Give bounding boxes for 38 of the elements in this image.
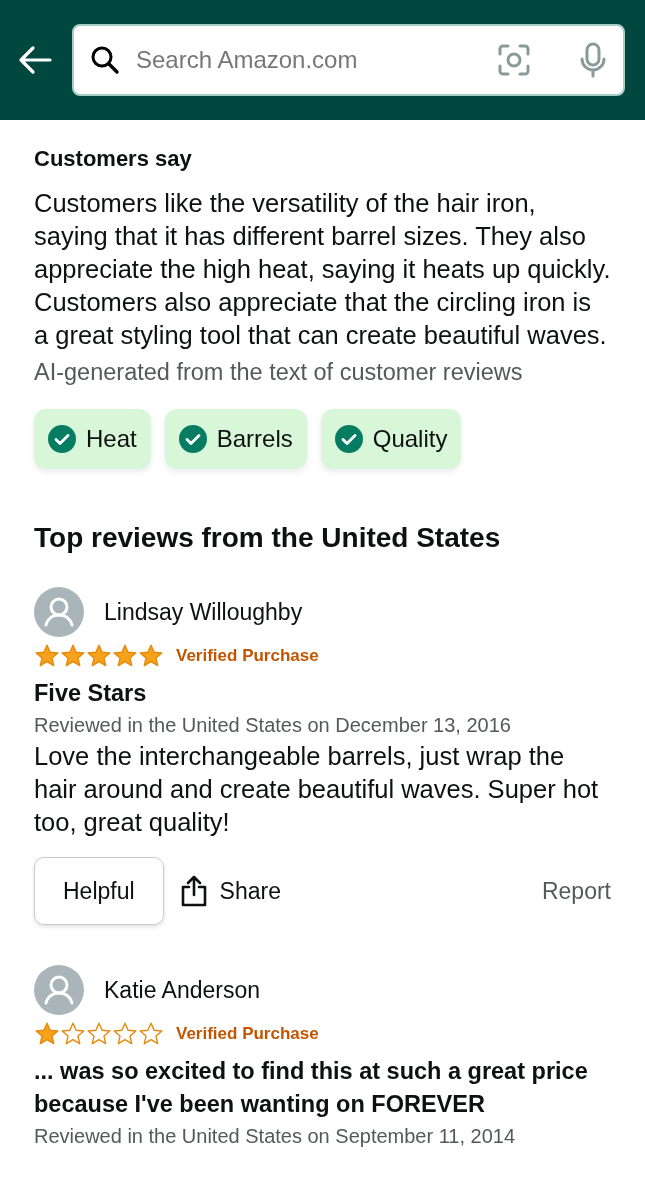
- section-title: Customers say: [34, 145, 193, 173]
- reviewer-name: Katie Anderson: [104, 975, 260, 1005]
- aspect-chip[interactable]: Heat: [34, 409, 151, 469]
- aspect-chip[interactable]: Barrels: [164, 409, 307, 469]
- verified-label: Verified Purchase: [176, 645, 319, 668]
- review-title: Five Stars: [34, 679, 148, 708]
- star-icon: [138, 643, 164, 669]
- aspect-chip[interactable]: Quality: [320, 409, 462, 469]
- camera-scan-icon[interactable]: [497, 43, 531, 77]
- star-icon: [34, 1021, 60, 1047]
- star-icon: [60, 643, 86, 669]
- report-link[interactable]: Report: [541, 873, 611, 909]
- star-icon: [86, 643, 112, 669]
- star-icon: [34, 643, 60, 669]
- star-outline-icon: [86, 1021, 112, 1047]
- review-date: Reviewed in the United States on September 11, 2014: [34, 1124, 517, 1149]
- search-field[interactable]: Search Amazon.com: [136, 42, 481, 78]
- ai-note: AI-generated from the text of customer reviews: [34, 358, 524, 387]
- star-outline-icon: [112, 1021, 138, 1047]
- verified-label: Verified Purchase: [176, 1023, 319, 1046]
- star-icon: [112, 643, 138, 669]
- microphone-icon[interactable]: [579, 42, 607, 78]
- helpful-button[interactable]: Helpful: [34, 857, 164, 925]
- review-text: Love the interchangeable barrels, just wrap the hair around and create beautiful waves. Super hot too, great quality!: [34, 741, 600, 838]
- search-bar[interactable]: Search Amazon.com: [72, 24, 625, 96]
- avatar-icon: [34, 965, 84, 1015]
- section-heading: Top reviews from the United States: [34, 521, 502, 555]
- star-outline-icon: [60, 1021, 86, 1047]
- review-summary: Customers like the versatility of the hair iron, saying that it has different barrel sizes. They also appreciate the high heat, saying it heats up quickly. Customers also appreciate that the circling iron is a great styling tool that can create beautiful waves.: [34, 188, 611, 351]
- reviewer-name: Lindsay Willoughby: [104, 597, 303, 627]
- share-icon: [179, 875, 208, 907]
- review-title: ... was so excited to find this at such a great price because I've been wanting on FOREVER: [34, 1057, 589, 1119]
- back-arrow-icon[interactable]: [18, 45, 52, 75]
- avatar-icon: [34, 587, 84, 637]
- search-icon: [90, 45, 120, 75]
- review-date: Reviewed in the United States on December 13, 2016: [34, 713, 512, 738]
- share-button[interactable]: Share: [179, 873, 281, 909]
- star-outline-icon: [138, 1021, 164, 1047]
